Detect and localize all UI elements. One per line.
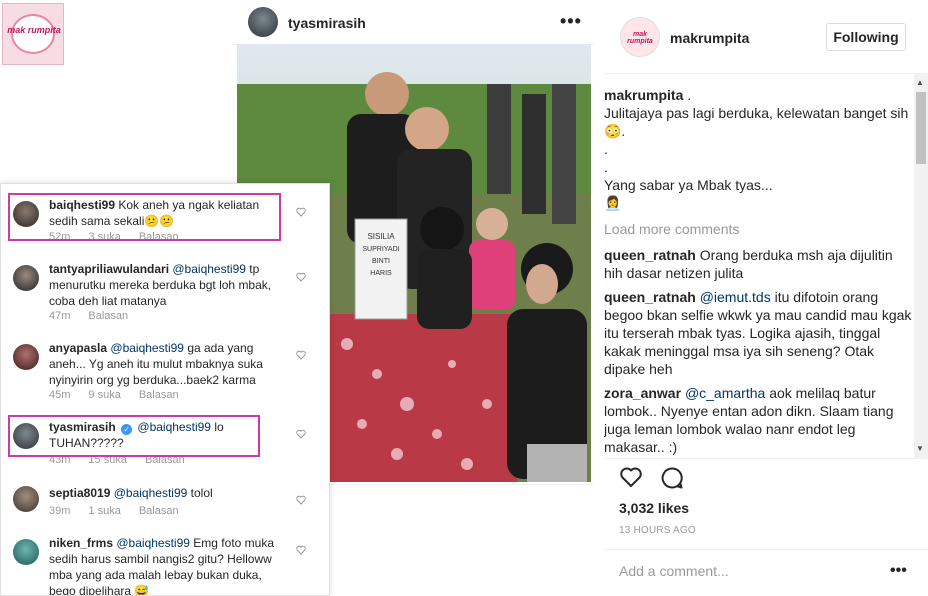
caption-line: 👩‍💼 — [604, 195, 622, 211]
svg-text:SUPRIYADI: SUPRIYADI — [362, 246, 399, 253]
comment-username[interactable]: queen_ratnah — [604, 289, 696, 305]
post-author-username[interactable]: tyasmirasih — [288, 15, 366, 31]
sidebar-comment: queen_ratnah @iemut.tds itu difotoin ora… — [604, 288, 914, 378]
comment-item: tantyapriliawulandari @baiqhesti99 tp me… — [49, 261, 291, 309]
account-avatar[interactable]: mak rumpita — [620, 17, 660, 57]
logo-text: mak rumpita — [7, 25, 61, 35]
comment-meta: 47m Balasan — [49, 310, 146, 322]
comment-text: tolol — [190, 486, 213, 500]
comment-like-heart-icon[interactable] — [296, 207, 306, 217]
comment-reply-button[interactable]: Balasan — [88, 310, 128, 322]
highlight-box — [8, 193, 281, 241]
comment-likes[interactable]: 9 suka — [88, 389, 120, 401]
comment-username[interactable]: niken_frms — [49, 536, 113, 550]
comment-username[interactable]: tantyapriliawulandari — [49, 262, 169, 276]
caption-line: Julitajaya pas lagi berduka, kelewatan b… — [604, 105, 909, 139]
post-timestamp[interactable]: 13 HOURS AGO — [619, 525, 696, 536]
comments-screenshot-panel: baiqhesti99 Kok aneh ya ngak keliatan se… — [0, 183, 330, 596]
header-divider — [604, 73, 928, 74]
comment-avatar[interactable] — [13, 265, 39, 291]
following-button[interactable]: Following — [826, 23, 906, 51]
comment-like-heart-icon[interactable] — [296, 350, 306, 360]
more-options-icon[interactable]: ••• — [890, 562, 907, 580]
sidebar-comment: zora_anwar @c_amartha aok melilaq batur … — [604, 384, 914, 456]
comment-mention[interactable]: @iemut.tds — [700, 289, 771, 305]
post-header — [232, 0, 594, 45]
comment-item: niken_frms @baiqhesti99 Emg foto muka se… — [49, 535, 291, 595]
comment-username[interactable]: septia8019 — [49, 486, 110, 500]
avatar-logo-text: mak rumpita — [627, 31, 653, 45]
sidebar-comment: queen_ratnah Orang berduka msh aja dijul… — [604, 246, 914, 282]
comment-mention[interactable]: @c_amartha — [685, 385, 765, 401]
account-username[interactable]: makrumpita — [670, 30, 749, 46]
comment-reply-button[interactable]: Balasan — [139, 505, 179, 517]
comment-like-heart-icon[interactable] — [296, 495, 306, 505]
scroll-up-arrow-icon[interactable]: ▲ — [916, 78, 924, 87]
comment-like-heart-icon[interactable] — [296, 545, 306, 555]
comment-time: 45m — [49, 389, 71, 401]
comment-mention[interactable]: @baiqhesti99 — [110, 341, 184, 355]
comment-mention[interactable]: @baiqhesti99 — [116, 536, 190, 550]
comment-time: 39m — [49, 505, 71, 517]
comment-reply-button[interactable]: Balasan — [139, 389, 179, 401]
scrollbar-thumb[interactable] — [916, 92, 926, 164]
svg-text:SISILIA: SISILIA — [367, 232, 395, 241]
caption-line: . — [604, 159, 608, 175]
comment-username[interactable]: queen_ratnah — [604, 247, 696, 263]
comment-username[interactable]: anyapasla — [49, 341, 107, 355]
comment-meta: 45m 9 suka Balasan — [49, 389, 197, 401]
comment-bubble-icon[interactable] — [660, 466, 684, 490]
comment-likes[interactable]: 1 suka — [88, 505, 120, 517]
scroll-down-arrow-icon[interactable]: ▼ — [916, 444, 924, 453]
comment-time: 47m — [49, 310, 71, 322]
caption-username[interactable]: makrumpita — [604, 87, 683, 103]
svg-text:BINTI: BINTI — [372, 258, 390, 265]
comment-avatar[interactable] — [13, 539, 39, 565]
comment-meta: 39m 1 suka Balasan — [49, 505, 197, 517]
comment-avatar[interactable] — [13, 486, 39, 512]
comment-item: septia8019 @baiqhesti99 tolol — [49, 485, 291, 501]
load-more-comments[interactable]: Load more comments — [604, 220, 914, 238]
caption-line: . — [687, 87, 692, 103]
comment-item: anyapasla @baiqhesti99 ga ada yang aneh.… — [49, 340, 291, 388]
comment-username[interactable]: zora_anwar — [604, 385, 681, 401]
like-heart-icon[interactable] — [619, 466, 643, 488]
caption-line: Yang sabar ya Mbak tyas... — [604, 177, 773, 193]
comment-mention[interactable]: @baiqhesti99 — [172, 262, 246, 276]
comment-like-heart-icon[interactable] — [296, 429, 306, 439]
actions-divider — [604, 458, 928, 459]
highlight-box — [8, 415, 260, 457]
comment-like-heart-icon[interactable] — [296, 272, 306, 282]
likes-count[interactable]: 3,032 likes — [619, 500, 689, 516]
mak-rumpita-logo: mak rumpita — [2, 3, 64, 65]
svg-text:HARIS: HARIS — [370, 270, 392, 277]
comment-avatar[interactable] — [13, 344, 39, 370]
add-comment-divider — [604, 549, 928, 550]
caption-line: . — [604, 141, 608, 157]
post-more-icon[interactable]: ••• — [560, 11, 582, 32]
post-author-avatar[interactable] — [248, 7, 278, 37]
comment-mention[interactable]: @baiqhesti99 — [114, 486, 188, 500]
comments-scroll-area[interactable]: makrumpita . Julitajaya pas lagi berduka… — [604, 86, 914, 458]
caption: makrumpita . — [604, 86, 914, 104]
add-comment-input[interactable]: Add a comment... — [619, 563, 729, 579]
